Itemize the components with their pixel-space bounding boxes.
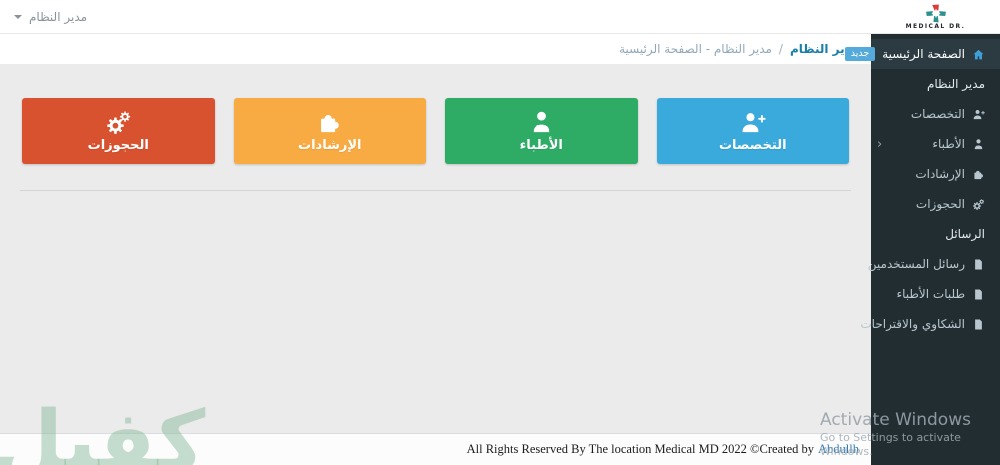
sidebar-item[interactable]: طلبات الأطباء xyxy=(871,279,1000,309)
top-navbar: مدير النظام MEDICAL DR. xyxy=(0,0,1000,34)
doctor-icon xyxy=(528,109,555,136)
breadcrumb: مدير النظام / مدير النظام - الصفحة الرئي… xyxy=(0,34,871,64)
dashboard-cards: التخصصات الأطباء الإرشادات الحجوزات xyxy=(0,98,871,164)
sidebar-item-label: الحجوزات xyxy=(915,197,965,211)
gears-icon xyxy=(972,198,985,211)
footer-text: All Rights Reserved By The location Medi… xyxy=(466,442,815,456)
puzzle-icon xyxy=(972,168,985,181)
user-menu-label: مدير النظام xyxy=(29,9,88,24)
dashboard-card[interactable]: الحجوزات xyxy=(22,98,215,164)
card-label: الأطباء xyxy=(519,138,563,153)
new-badge: جديد xyxy=(844,46,876,62)
sidebar-item[interactable]: الشكاوي والاقتراحات xyxy=(860,309,1000,339)
sidebar-item[interactable]: التخصصات xyxy=(871,99,1000,129)
file-icon xyxy=(972,258,985,271)
sidebar-item-label: الصفحة الرئيسية xyxy=(882,47,965,61)
breadcrumb-current: مدير النظام - الصفحة الرئيسية xyxy=(619,42,772,56)
chevron-left-icon: ‹ xyxy=(877,136,883,152)
medical-cross-icon xyxy=(925,3,947,23)
sidebar-item-label: طلبات الأطباء xyxy=(896,287,965,301)
card-label: الحجوزات xyxy=(87,138,149,153)
gears-icon xyxy=(105,109,132,136)
dashboard-card[interactable]: الأطباء xyxy=(445,98,638,164)
admin-dashboard-screen: مدير النظام MEDICAL DR. مدير النظام / مد… xyxy=(0,0,1000,465)
file-icon xyxy=(972,318,985,331)
user-plus-icon xyxy=(739,109,766,136)
footer: All Rights Reserved By The location Medi… xyxy=(0,433,871,465)
sidebar-item[interactable]: الإرشادات xyxy=(871,159,1000,189)
file-icon xyxy=(972,288,985,301)
dashboard-card[interactable]: التخصصات xyxy=(656,98,849,164)
sidebar: الصفحة الرئيسية جديد مدير النظام التخصصا… xyxy=(844,34,1000,465)
puzzle-icon xyxy=(316,109,343,136)
breadcrumb-separator: / xyxy=(778,42,783,56)
sidebar-item-label: رسائل المستخدمين xyxy=(867,257,965,271)
doctor-icon xyxy=(972,138,985,151)
sidebar-item[interactable]: رسائل المستخدمين xyxy=(867,249,1000,279)
dashboard-card[interactable]: الإرشادات xyxy=(233,98,426,164)
sidebar-menu: الصفحة الرئيسية جديد مدير النظام التخصصا… xyxy=(844,34,1000,339)
user-plus-icon xyxy=(972,108,985,121)
home-icon xyxy=(972,48,985,61)
sidebar-item[interactable]: الأطباء ‹ xyxy=(871,129,1000,159)
brand-name: MEDICAL DR. xyxy=(905,22,966,30)
sidebar-section-header: مدير النظام xyxy=(926,77,985,91)
caret-down-icon xyxy=(14,14,22,19)
sidebar-item-label: الأطباء xyxy=(932,137,965,151)
content-divider xyxy=(20,190,851,191)
brand-logo[interactable]: MEDICAL DR. xyxy=(871,0,1000,33)
sidebar-item[interactable]: الصفحة الرئيسية جديد xyxy=(844,39,1000,69)
sidebar-item-label: التخصصات xyxy=(910,107,965,121)
footer-author-link[interactable]: Abdullh xyxy=(818,442,859,457)
sidebar-section-header: الرسائل xyxy=(945,227,985,241)
card-label: الإرشادات xyxy=(298,138,362,153)
user-menu-dropdown[interactable]: مدير النظام xyxy=(14,0,87,33)
sidebar-item[interactable]: الحجوزات xyxy=(871,189,1000,219)
card-label: التخصصات xyxy=(718,138,787,153)
sidebar-item-label: الشكاوي والاقتراحات xyxy=(860,317,965,331)
sidebar-item-label: الإرشادات xyxy=(915,167,965,181)
